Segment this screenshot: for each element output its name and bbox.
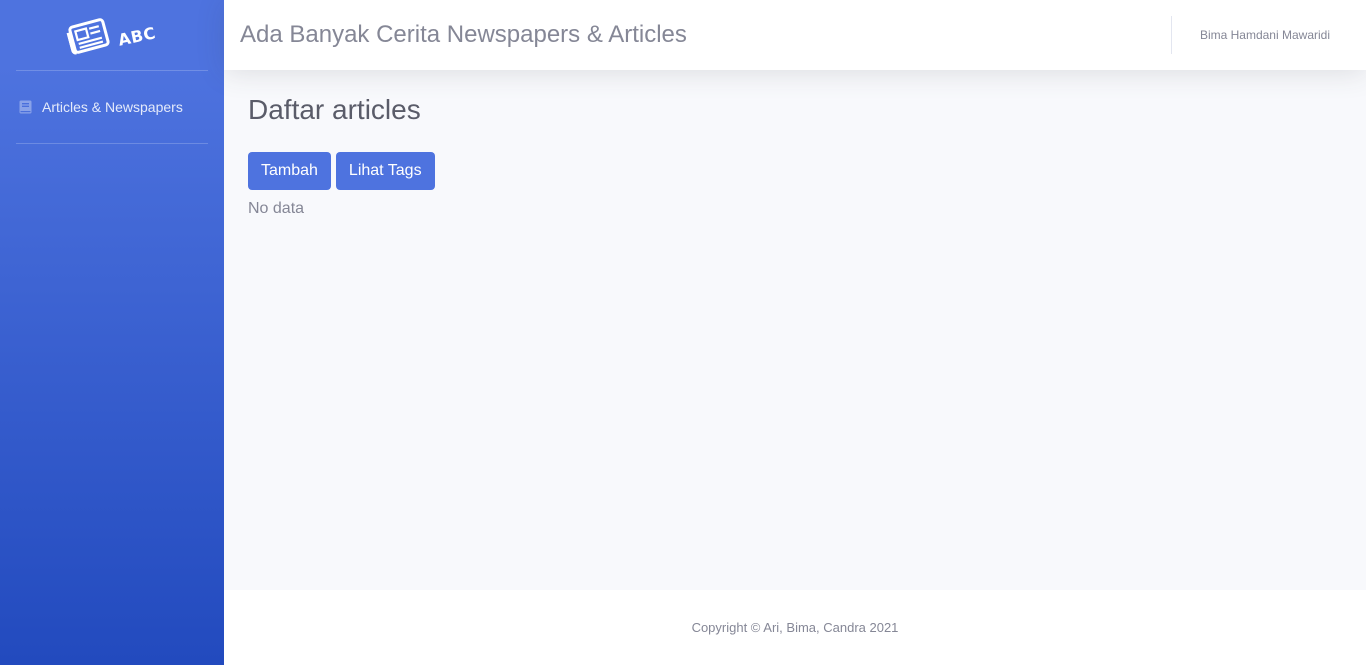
copyright-text: Copyright © Ari, Bima, Candra 2021 [691, 620, 899, 635]
topbar-right: Bima Hamdani Mawaridi [1170, 0, 1330, 70]
action-buttons: Tambah Lihat Tags [248, 152, 1342, 190]
footer: Copyright © Ari, Bima, Candra 2021 [224, 590, 1366, 665]
main-content: Daftar articles Tambah Lihat Tags No dat… [224, 70, 1366, 590]
view-tags-button[interactable]: Lihat Tags [335, 152, 435, 190]
book-icon [18, 100, 32, 114]
page-title: Daftar articles [248, 94, 421, 125]
sidebar: ABC Articles & Newspapers [0, 0, 224, 665]
brand-text: ABC [116, 22, 158, 50]
add-button[interactable]: Tambah [248, 152, 331, 190]
app-title: Ada Banyak Cerita Newspapers & Articles [240, 21, 687, 48]
sidebar-brand[interactable]: ABC [0, 0, 224, 70]
newspaper-icon [66, 18, 110, 55]
topbar: Ada Banyak Cerita Newspapers & Articles … [224, 0, 1366, 70]
user-menu[interactable]: Bima Hamdani Mawaridi [1200, 28, 1330, 42]
topbar-divider [1170, 16, 1172, 54]
empty-message: No data [248, 200, 305, 217]
sidebar-item-articles-newspapers[interactable]: Articles & Newspapers [0, 71, 224, 143]
sidebar-divider [16, 143, 208, 144]
sidebar-item-label: Articles & Newspapers [42, 99, 183, 115]
content-wrapper: Ada Banyak Cerita Newspapers & Articles … [224, 0, 1366, 665]
